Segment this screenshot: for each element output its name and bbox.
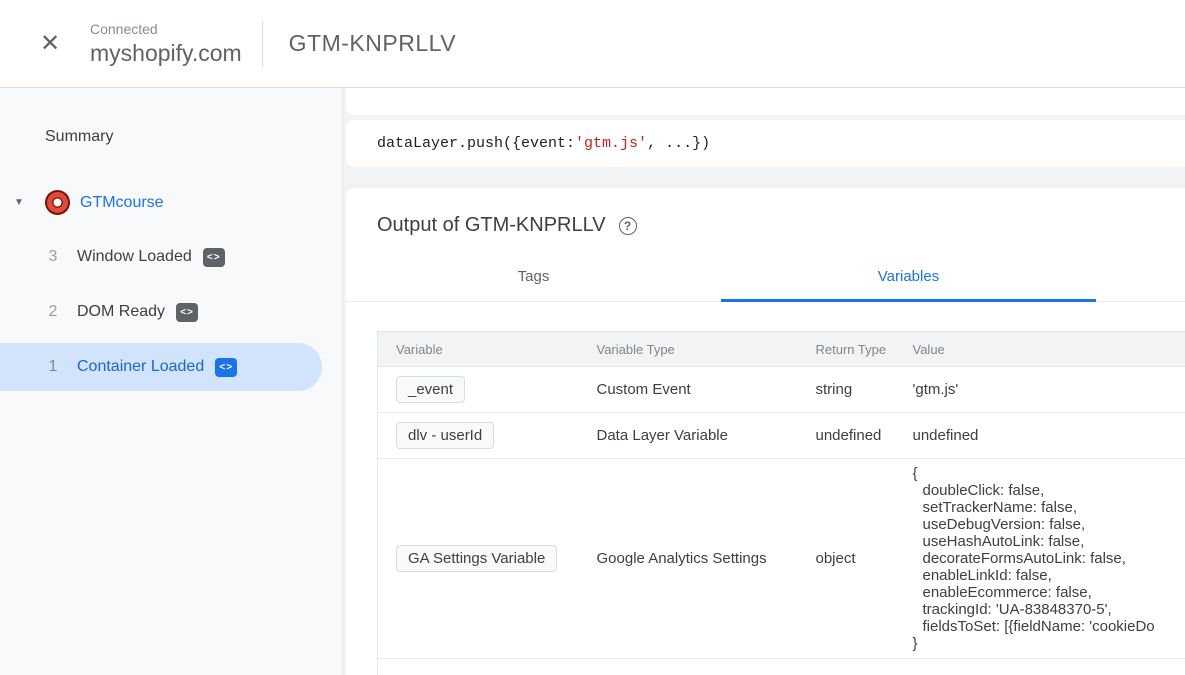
variable-chip[interactable]: dlv - userId xyxy=(396,422,494,449)
connected-status: Connected xyxy=(90,21,242,37)
variables-table: Variable Variable Type Return Type Value… xyxy=(377,331,1185,675)
return-type-cell: undefined xyxy=(798,413,895,459)
datalayer-push-code: dataLayer.push({event: 'gtm.js', ...}) xyxy=(346,120,1185,168)
connected-domain: myshopify.com xyxy=(90,40,242,67)
code-icon: <> xyxy=(176,303,198,322)
table-row: _event Custom Event string 'gtm.js' xyxy=(378,367,1185,413)
col-header-variable: Variable xyxy=(378,332,579,367)
object-value: { doubleClick: false, setTrackerName: fa… xyxy=(913,465,1185,652)
event-number: 3 xyxy=(46,248,60,266)
variable-type-cell: Custom Event xyxy=(579,367,798,413)
event-list: 3 Window Loaded <> 2 DOM Ready <> 1 Cont… xyxy=(0,233,342,391)
code-icon: <> xyxy=(203,248,225,267)
connection-info: Connected myshopify.com xyxy=(90,21,242,67)
top-header: ✕ Connected myshopify.com GTM-KNPRLLV xyxy=(0,0,1185,88)
container-name: GTMcourse xyxy=(80,194,164,212)
sidebar-item-window-loaded[interactable]: 3 Window Loaded <> xyxy=(0,233,342,281)
event-label: Window Loaded xyxy=(77,248,192,266)
sidebar-item-summary[interactable]: Summary xyxy=(45,128,342,146)
previous-card-clipped xyxy=(346,88,1185,115)
output-card-title: Output of GTM-KNPRLLV xyxy=(377,214,606,237)
code-prefix: dataLayer.push({event: xyxy=(377,135,575,152)
return-type-cell: object xyxy=(798,459,895,659)
table-row-clipped xyxy=(378,659,1185,675)
variable-type-cell: Google Analytics Settings xyxy=(579,459,798,659)
close-icon[interactable]: ✕ xyxy=(38,32,62,56)
table-header-row: Variable Variable Type Return Type Value xyxy=(378,332,1185,367)
sidebar-item-container-loaded[interactable]: 1 Container Loaded <> xyxy=(0,343,322,391)
tab-variables[interactable]: Variables xyxy=(721,250,1096,302)
col-header-variable-type: Variable Type xyxy=(579,332,798,367)
event-number: 2 xyxy=(46,303,60,321)
value-cell: undefined xyxy=(895,413,1185,459)
chevron-down-icon[interactable]: ▼ xyxy=(14,197,30,208)
col-header-return-type: Return Type xyxy=(798,332,895,367)
container-logo-icon xyxy=(47,192,68,213)
event-sidebar: Summary ▼ GTMcourse 3 Window Loaded <> 2… xyxy=(0,88,343,675)
code-event-name: 'gtm.js' xyxy=(575,135,647,152)
container-id-title: GTM-KNPRLLV xyxy=(289,30,456,57)
main-panel: dataLayer.push({event: 'gtm.js', ...}) O… xyxy=(343,88,1185,675)
event-label: DOM Ready xyxy=(77,303,165,321)
code-suffix: , ...}) xyxy=(647,135,710,152)
help-icon[interactable]: ? xyxy=(619,217,637,235)
sidebar-container-row[interactable]: ▼ GTMcourse xyxy=(14,192,342,213)
event-number: 1 xyxy=(46,358,60,376)
value-cell: { doubleClick: false, setTrackerName: fa… xyxy=(895,459,1185,659)
table-row: dlv - userId Data Layer Variable undefin… xyxy=(378,413,1185,459)
return-type-cell: string xyxy=(798,367,895,413)
col-header-value: Value xyxy=(895,332,1185,367)
table-row: GA Settings Variable Google Analytics Se… xyxy=(378,459,1185,659)
variable-chip[interactable]: GA Settings Variable xyxy=(396,545,557,572)
variable-type-cell: Data Layer Variable xyxy=(579,413,798,459)
variable-chip[interactable]: _event xyxy=(396,376,465,403)
code-icon: <> xyxy=(215,358,237,377)
value-cell: 'gtm.js' xyxy=(895,367,1185,413)
header-divider xyxy=(262,21,263,67)
sidebar-item-dom-ready[interactable]: 2 DOM Ready <> xyxy=(0,288,342,336)
event-label: Container Loaded xyxy=(77,358,204,376)
tab-tags[interactable]: Tags xyxy=(346,250,721,302)
output-card: Output of GTM-KNPRLLV ? Tags Variables V… xyxy=(346,188,1185,675)
output-tabs: Tags Variables xyxy=(346,250,1185,302)
